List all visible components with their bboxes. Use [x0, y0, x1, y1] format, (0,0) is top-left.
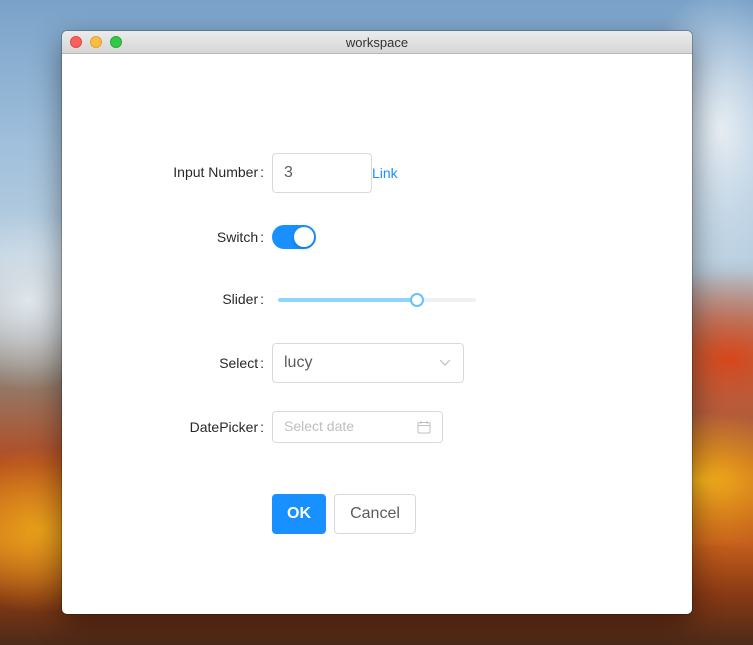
switch-label-text: Switch: [216, 229, 259, 245]
input-number-value: 3: [284, 164, 293, 181]
datepicker-input[interactable]: Select date: [272, 411, 443, 443]
slider-handle[interactable]: [409, 293, 424, 307]
ok-button[interactable]: OK: [272, 494, 326, 534]
form: Input Number: 3 Link Switch: Slider: Sel…: [62, 31, 692, 614]
select-label: Select:: [219, 355, 264, 371]
slider[interactable]: [278, 293, 476, 307]
switch-label: Switch:: [216, 229, 264, 245]
slider-label-text: Slider: [222, 291, 259, 307]
slider-track: [278, 298, 417, 302]
datepicker-label: DatePicker:: [189, 419, 264, 435]
chevron-down-icon: [439, 359, 451, 366]
cancel-button[interactable]: Cancel: [334, 494, 416, 534]
datepicker-placeholder: Select date: [284, 418, 355, 434]
app-window: workspace Input Number: 3 Link Switch: S…: [62, 31, 692, 614]
switch-knob: [294, 227, 314, 247]
input-number-label-text: Input Number: [173, 164, 259, 180]
select-dropdown[interactable]: lucy: [272, 343, 464, 383]
input-number-label: Input Number:: [173, 164, 264, 180]
slider-label: Slider:: [222, 291, 264, 307]
link[interactable]: Link: [372, 165, 398, 181]
select-label-text: Select: [219, 355, 259, 371]
calendar-icon: [417, 421, 431, 434]
select-value: lucy: [284, 354, 313, 371]
input-number-field[interactable]: 3: [272, 153, 372, 193]
datepicker-label-text: DatePicker: [189, 419, 259, 435]
switch-toggle[interactable]: [272, 225, 316, 249]
